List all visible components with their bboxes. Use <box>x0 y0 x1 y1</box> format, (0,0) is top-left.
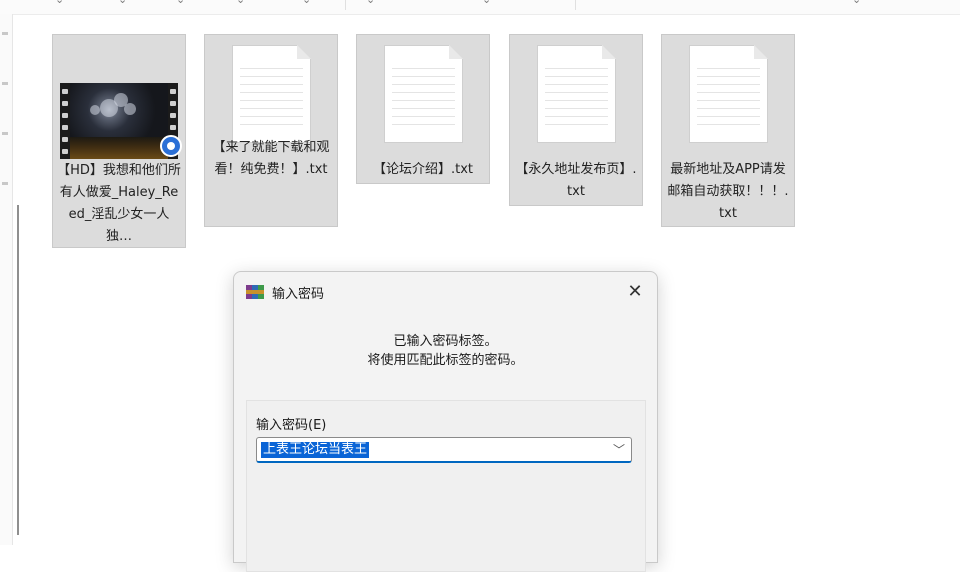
nav-item-marker[interactable] <box>2 32 8 35</box>
text-file-icon <box>689 45 768 143</box>
text-file-icon <box>232 45 311 143</box>
dialog-titlebar[interactable]: 输入密码 ✕ <box>234 272 657 312</box>
file-name: 最新地址及APP请发邮箱自动获取！！！.txt <box>667 162 789 221</box>
dialog-message: 已输入密码标签。 <box>393 334 498 349</box>
rename-icon[interactable]: ⌄ <box>236 0 245 6</box>
chevron-down-icon[interactable]: ﹀ <box>613 441 625 458</box>
file-item-video[interactable]: 【HD】我想和他们所有人做爱_Haley_Reed_淫乱少女一人独… <box>52 34 186 248</box>
nav-item-marker[interactable] <box>2 82 8 85</box>
navigation-pane <box>0 14 13 545</box>
file-item-text[interactable]: 【来了就能下载和观看！纯免费！】.txt <box>204 34 338 227</box>
file-name: 【HD】我想和他们所有人做爱_Haley_Reed_淫乱少女一人独… <box>57 163 181 244</box>
paste-icon[interactable]: ⌄ <box>176 0 185 6</box>
password-label: 输入密码(E) <box>256 418 327 433</box>
nav-item-marker[interactable] <box>2 132 8 135</box>
password-input[interactable]: 上表王论坛当表王 <box>261 442 370 458</box>
text-file-icon <box>537 45 616 143</box>
scrollbar[interactable] <box>17 205 19 535</box>
dialog-message: 将使用匹配此标签的密码。 <box>367 353 524 368</box>
sort-icon[interactable]: ⌄ <box>366 0 375 6</box>
dialog-title: 输入密码 <box>272 287 325 302</box>
file-item-text[interactable]: 【论坛介绍】.txt <box>356 34 490 184</box>
winrar-icon <box>246 283 264 301</box>
close-icon[interactable]: ✕ <box>623 280 647 304</box>
file-item-text[interactable]: 【永久地址发布页】.txt <box>509 34 643 206</box>
password-dialog: 输入密码 ✕ 已输入密码标签。 将使用匹配此标签的密码。 输入密码(E) 上表王… <box>233 271 658 572</box>
copy-icon[interactable]: ⌄ <box>118 0 127 6</box>
delete-icon[interactable]: ⌄ <box>302 0 311 6</box>
back-icon[interactable]: ⌄ <box>55 0 64 6</box>
file-item-text[interactable]: 最新地址及APP请发邮箱自动获取！！！.txt <box>661 34 795 227</box>
text-file-icon <box>384 45 463 143</box>
toolbar-separator <box>575 0 576 10</box>
view-icon[interactable]: ⌄ <box>482 0 491 6</box>
file-name: 【永久地址发布页】.txt <box>515 162 637 199</box>
details-icon[interactable]: ⌄ <box>852 0 861 6</box>
password-combobox[interactable]: 上表王论坛当表王 ﹀ <box>256 437 632 463</box>
film-strip-left <box>60 83 70 159</box>
toolbar-separator <box>345 0 346 10</box>
toolbar: ⌄ ⌄ ⌄ ⌄ ⌄ ⌄ ⌄ ⌄ <box>0 0 960 15</box>
file-name: 【来了就能下载和观看！纯免费！】.txt <box>212 140 330 177</box>
sync-icon <box>160 135 182 157</box>
nav-item-marker[interactable] <box>2 182 8 185</box>
file-name: 【论坛介绍】.txt <box>372 162 474 177</box>
video-frame <box>70 83 168 159</box>
